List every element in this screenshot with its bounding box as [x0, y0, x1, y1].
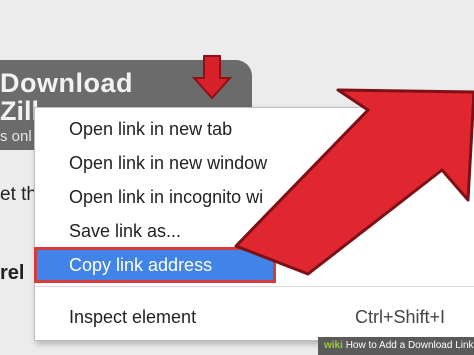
wikihow-brand: wiki	[324, 340, 343, 351]
banner-title: Download	[0, 68, 133, 98]
wikihow-footer: wiki How to Add a Download Link	[318, 337, 474, 355]
menu-item-label: Inspect element	[69, 307, 197, 327]
pointer-arrow-icon	[234, 88, 474, 276]
page-text: et th	[0, 184, 37, 205]
banner-subtitle: s onl	[0, 128, 32, 145]
menu-item-label: Save link as...	[69, 221, 182, 241]
menu-separator	[35, 286, 474, 287]
menu-item-shortcut: Ctrl+Shift+I	[354, 307, 445, 327]
menu-item-inspect-element[interactable]: Inspect element Ctrl+Shift+I	[35, 300, 474, 334]
page-heading: rel	[0, 262, 25, 284]
menu-item-label: Copy link address	[69, 255, 213, 275]
footer-title: How to Add a Download Link	[345, 340, 474, 351]
menu-item-label: Open link in new tab	[69, 119, 233, 139]
